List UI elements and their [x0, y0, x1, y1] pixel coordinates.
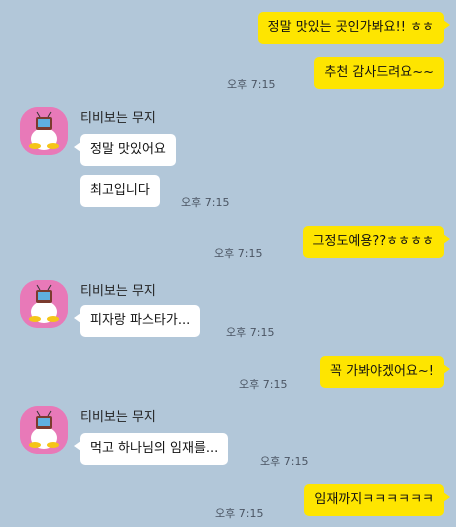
my-message-bubble[interactable]: 추천 감사드려요~~ — [314, 57, 444, 89]
message-time: 오후 7:15 — [181, 196, 230, 209]
sender-avatar[interactable] — [20, 406, 68, 454]
message-time: 오후 7:15 — [260, 455, 309, 468]
their-message-bubble[interactable]: 정말 맛있어요 — [74, 134, 176, 166]
sender-name: 티비보는 무지 — [80, 111, 156, 126]
sender-name: 티비보는 무지 — [80, 284, 156, 299]
message-time: 오후 7:15 — [227, 78, 276, 91]
muzi-watching-tv-avatar-icon — [20, 406, 68, 454]
muzi-watching-tv-avatar-icon — [20, 107, 68, 155]
my-message-bubble[interactable]: 임재까지ㅋㅋㅋㅋㅋㅋ — [304, 484, 450, 516]
their-message-bubble[interactable]: 피자랑 파스타가... — [73, 305, 201, 337]
their-message-bubble[interactable]: 최고입니다 — [80, 175, 160, 207]
sender-avatar[interactable] — [20, 107, 68, 155]
message-time: 오후 7:15 — [226, 326, 275, 339]
message-time: 오후 7:15 — [239, 378, 288, 391]
my-message-bubble[interactable]: 정말 맛있는 곳인가봐요!! ㅎㅎ — [257, 12, 451, 44]
message-time: 오후 7:15 — [214, 247, 263, 260]
my-message-bubble[interactable]: 꼭 가봐야겠어요~! — [320, 356, 450, 388]
their-message-bubble[interactable]: 먹고 하나님의 임재를... — [73, 433, 229, 465]
muzi-watching-tv-avatar-icon — [20, 280, 68, 328]
message-time: 오후 7:15 — [215, 507, 264, 520]
sender-avatar[interactable] — [20, 280, 68, 328]
my-message-bubble[interactable]: 그정도예용??ㅎㅎㅎㅎ — [302, 226, 451, 258]
sender-name: 티비보는 무지 — [80, 410, 156, 425]
